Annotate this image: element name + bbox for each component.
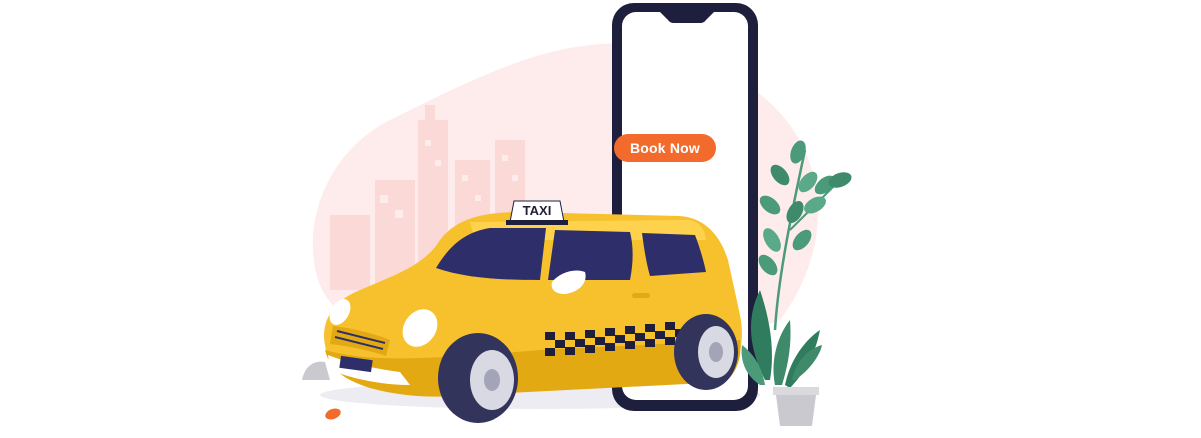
taxi-sign-label: TAXI xyxy=(522,202,552,218)
book-now-button[interactable]: Book Now xyxy=(614,134,716,162)
leaf-icon xyxy=(325,408,341,420)
taxi-booking-illustration xyxy=(302,3,852,426)
